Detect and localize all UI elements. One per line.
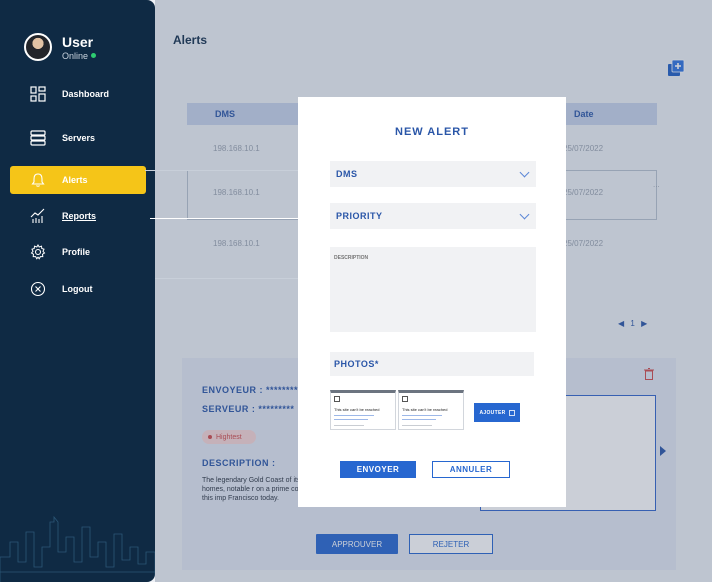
- sidebar-item-label: Profile: [62, 247, 91, 257]
- gear-icon: [28, 242, 48, 262]
- user-status: Online: [62, 51, 97, 61]
- sidebar-item-logout[interactable]: Logout: [10, 275, 146, 303]
- sidebar: User Online Dashboard Servers Alerts Rep…: [0, 0, 155, 582]
- sidebar-item-profile[interactable]: Profile: [10, 238, 146, 266]
- send-button[interactable]: ENVOYER: [340, 461, 416, 478]
- dashboard-icon: [28, 84, 48, 104]
- sidebar-item-label: Dashboard: [62, 89, 110, 99]
- thumbnail-title: This site can't be reached: [334, 407, 380, 412]
- chevron-down-icon: [519, 209, 530, 219]
- new-alert-modal: NEW ALERT DMS PRIORITY PHOTOS* This site…: [298, 97, 566, 507]
- photo-thumbnail[interactable]: This site can't be reached: [398, 390, 464, 430]
- sidebar-item-servers[interactable]: Servers: [10, 124, 146, 152]
- description-input[interactable]: [330, 247, 536, 332]
- dms-select-label: DMS: [336, 169, 358, 179]
- sidebar-item-label: Reports: [62, 211, 97, 221]
- chart-icon: [28, 206, 48, 226]
- photo-thumbnail[interactable]: This site can't be reached: [330, 390, 396, 430]
- add-photo-button[interactable]: AJOUTER: [474, 403, 520, 422]
- bell-icon: [28, 170, 48, 190]
- user-profile[interactable]: User Online: [24, 33, 97, 61]
- sidebar-item-label: Logout: [62, 284, 93, 294]
- cancel-button[interactable]: ANNULER: [432, 461, 510, 478]
- image-icon: [508, 409, 515, 416]
- sidebar-item-label: Servers: [62, 133, 96, 143]
- priority-select[interactable]: PRIORITY: [330, 203, 536, 229]
- online-dot-icon: [91, 53, 97, 58]
- modal-title: NEW ALERT: [395, 126, 469, 138]
- dms-select[interactable]: DMS: [330, 161, 536, 187]
- document-icon: [402, 396, 408, 402]
- document-icon: [334, 396, 340, 402]
- sidebar-item-dashboard[interactable]: Dashboard: [10, 80, 146, 108]
- sidebar-item-label: Alerts: [62, 175, 88, 185]
- thumbnail-title: This site can't be reached: [402, 407, 448, 412]
- sidebar-item-reports[interactable]: Reports: [10, 202, 146, 230]
- avatar: [24, 33, 52, 61]
- divider-line: [155, 278, 298, 279]
- divider-line: [145, 170, 298, 171]
- divider-line: [150, 218, 298, 219]
- city-skyline-icon: [0, 515, 155, 582]
- server-icon: [28, 128, 48, 148]
- priority-select-label: PRIORITY: [336, 211, 383, 221]
- close-circle-icon: [28, 279, 48, 299]
- sidebar-item-alerts[interactable]: Alerts: [10, 166, 146, 194]
- user-name: User: [62, 33, 94, 50]
- chevron-down-icon: [519, 167, 530, 177]
- photos-field[interactable]: PHOTOS*: [330, 352, 534, 376]
